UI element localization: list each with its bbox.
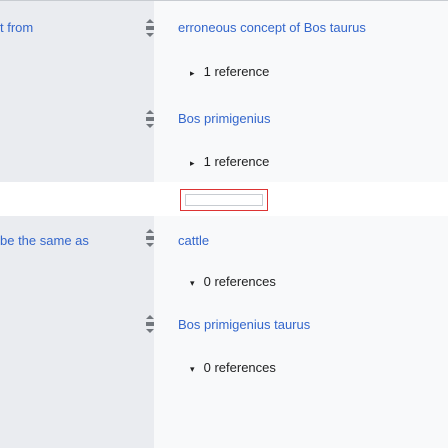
references-toggle[interactable]: ▾ 0 references xyxy=(190,360,276,375)
expand-arrow-icon: ▸ xyxy=(190,158,195,168)
collapse-arrow-icon: ▾ xyxy=(190,364,195,374)
add-value-inner-field[interactable] xyxy=(185,194,263,206)
references-toggle[interactable]: ▸ 1 reference xyxy=(190,64,269,79)
add-value-input[interactable] xyxy=(180,189,268,211)
references-count: 0 references xyxy=(203,274,276,289)
normal-rank-icon[interactable] xyxy=(145,19,155,37)
normal-rank-icon[interactable] xyxy=(145,229,155,247)
normal-rank-icon[interactable] xyxy=(145,110,155,128)
references-count: 1 reference xyxy=(203,64,270,79)
property-label[interactable]: t from xyxy=(0,20,33,35)
property-label-column: t from xyxy=(0,0,154,182)
property-label-column: be the same as xyxy=(0,216,154,448)
references-toggle[interactable]: ▾ 0 references xyxy=(190,274,276,289)
normal-rank-icon[interactable] xyxy=(145,315,155,333)
divider xyxy=(0,0,448,1)
statement-value[interactable]: erroneous concept of Bos taurus xyxy=(178,20,366,35)
statement-group-different-from: t from erroneous concept of Bos taurus ▸… xyxy=(0,0,448,182)
collapse-arrow-icon: ▾ xyxy=(190,278,195,288)
statement-value[interactable]: Bos primigenius taurus xyxy=(178,317,310,332)
references-count: 0 references xyxy=(203,360,276,375)
statement-group-said-to-be-same-as: be the same as cattle ▾ 0 references Bos… xyxy=(0,216,448,448)
references-toggle[interactable]: ▸ 1 reference xyxy=(190,154,269,169)
references-count: 1 reference xyxy=(203,154,270,169)
statement-value[interactable]: cattle xyxy=(178,233,209,248)
statement-value[interactable]: Bos primigenius xyxy=(178,111,271,126)
property-label[interactable]: be the same as xyxy=(0,233,89,248)
expand-arrow-icon: ▸ xyxy=(190,68,195,78)
statement-values-column xyxy=(154,216,448,448)
